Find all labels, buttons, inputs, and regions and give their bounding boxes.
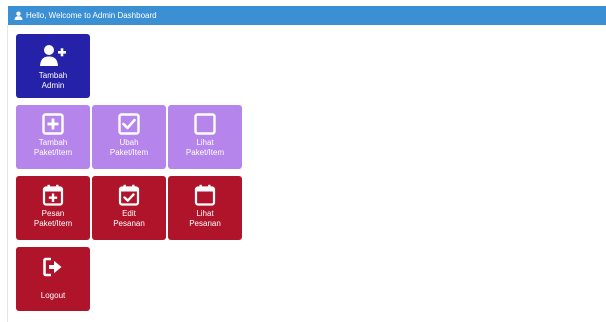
square-icon (194, 113, 216, 135)
calendar-icon (194, 184, 216, 206)
edit-pesanan-button[interactable]: Edit Pesanan (92, 176, 166, 240)
dashboard-frame: Hello, Welcome to Admin Dashboard Tambah… (0, 0, 606, 322)
calendar-plus-icon (42, 184, 64, 206)
plus-square-icon (42, 113, 64, 135)
user-plus-icon (40, 45, 66, 66)
tambah-admin-label: Tambah Admin (38, 71, 68, 90)
ubah-paket-label: Ubah Paket/Item (109, 138, 149, 157)
user-icon (14, 11, 23, 20)
tambah-paket-label: Tambah Paket/Item (33, 138, 73, 157)
edit-pesanan-label: Edit Pesanan (113, 209, 145, 228)
logout-button[interactable]: Logout (16, 247, 90, 311)
lihat-paket-label: Lihat Paket/Item (185, 138, 225, 157)
pesan-paket-button[interactable]: Pesan Paket/Item (16, 176, 90, 240)
tambah-paket-button[interactable]: Tambah Paket/Item (16, 105, 90, 169)
lihat-pesanan-button[interactable]: Lihat Pesanan (168, 176, 242, 240)
pesan-paket-label: Pesan Paket/Item (33, 209, 73, 228)
ubah-paket-button[interactable]: Ubah Paket/Item (92, 105, 166, 169)
header-bar: Hello, Welcome to Admin Dashboard (8, 6, 606, 25)
header-greeting: Hello, Welcome to Admin Dashboard (26, 11, 157, 20)
lihat-pesanan-label: Lihat Pesanan (189, 209, 221, 228)
logout-label: Logout (40, 291, 66, 300)
tambah-admin-button[interactable]: Tambah Admin (16, 34, 90, 98)
sign-out-icon (43, 257, 62, 277)
lihat-paket-button[interactable]: Lihat Paket/Item (168, 105, 242, 169)
check-square-icon (118, 113, 140, 135)
sidebar-divider (7, 25, 8, 322)
calendar-check-icon (118, 184, 140, 206)
